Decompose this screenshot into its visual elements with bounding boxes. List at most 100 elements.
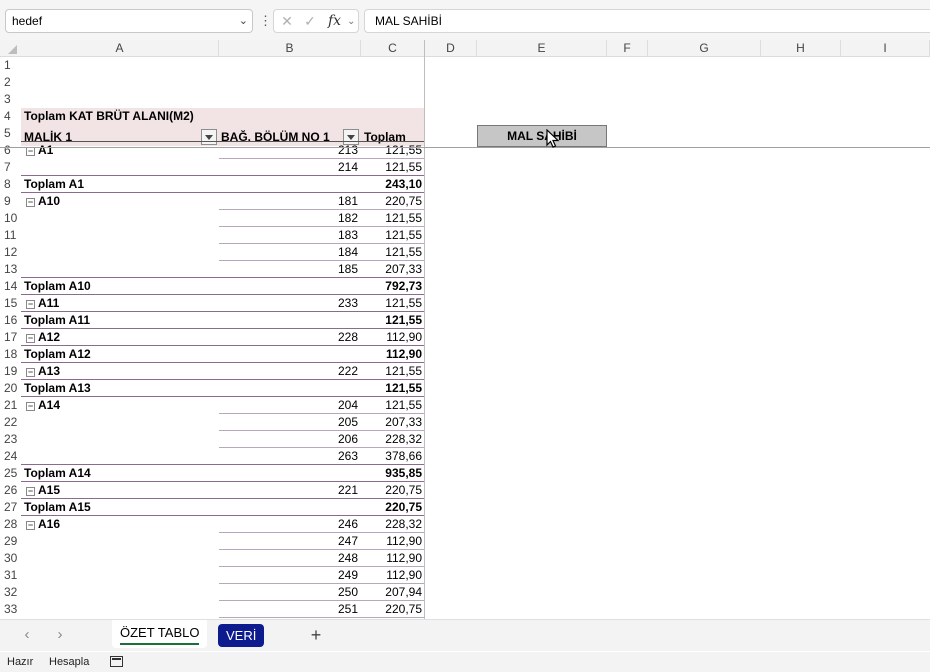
collapse-icon[interactable]: −: [26, 334, 35, 343]
pivot-bolum-no[interactable]: 185: [219, 261, 361, 278]
pivot-value[interactable]: 121,55: [361, 210, 425, 227]
pivot-bolum-no[interactable]: 249: [219, 567, 361, 584]
row-header-6[interactable]: 6: [0, 142, 21, 159]
pivot-value[interactable]: 220,75: [361, 482, 425, 499]
row-header-33[interactable]: 33: [0, 601, 21, 618]
column-header-f[interactable]: F: [607, 40, 648, 57]
pivot-total-value[interactable]: 935,85: [361, 465, 425, 482]
pivot-group-label[interactable]: − A16: [26, 516, 206, 533]
pivot-bolum-no[interactable]: 184: [219, 244, 361, 261]
row-header-13[interactable]: 13: [0, 261, 21, 278]
pivot-bolum-no[interactable]: 233: [219, 295, 361, 312]
pivot-value[interactable]: 121,55: [361, 397, 425, 414]
column-header-h[interactable]: H: [761, 40, 841, 57]
row-header-5[interactable]: 5: [0, 125, 21, 142]
pivot-group-label[interactable]: − A13: [26, 363, 206, 380]
pivot-group-label[interactable]: − A15: [26, 482, 206, 499]
row-header-16[interactable]: 16: [0, 312, 21, 329]
row-header-9[interactable]: 9: [0, 193, 21, 210]
collapse-icon[interactable]: −: [26, 198, 35, 207]
pivot-bolum-no[interactable]: 182: [219, 210, 361, 227]
row-header-7[interactable]: 7: [0, 159, 21, 176]
slicer-header[interactable]: MAL SAHİBİ: [477, 125, 607, 147]
pivot-total-label[interactable]: Toplam A14: [24, 465, 214, 482]
column-header-a[interactable]: A: [21, 40, 219, 57]
pivot-bolum-no[interactable]: 205: [219, 414, 361, 431]
pivot-group-label[interactable]: − A11: [26, 295, 206, 312]
insert-function-icon[interactable]: fx: [328, 12, 341, 30]
collapse-icon[interactable]: −: [26, 521, 35, 530]
pivot-bolum-no[interactable]: 250: [219, 584, 361, 601]
column-header-c[interactable]: C: [361, 40, 425, 57]
row-header-12[interactable]: 12: [0, 244, 21, 261]
pivot-bolum-no[interactable]: 221: [219, 482, 361, 499]
pivot-value[interactable]: 112,90: [361, 329, 425, 346]
pivot-group-label[interactable]: − A14: [26, 397, 206, 414]
row-header-1[interactable]: 1: [0, 57, 21, 74]
pivot-bolum-no[interactable]: 247: [219, 533, 361, 550]
select-all-corner[interactable]: [0, 40, 21, 57]
pivot-value[interactable]: 121,55: [361, 295, 425, 312]
name-box[interactable]: hedef ⌄: [5, 9, 253, 33]
pivot-total-label[interactable]: Toplam A13: [24, 380, 214, 397]
pivot-value[interactable]: 207,94: [361, 584, 425, 601]
pivot-total-label[interactable]: Toplam A12: [24, 346, 214, 363]
row-header-11[interactable]: 11: [0, 227, 21, 244]
row-header-27[interactable]: 27: [0, 499, 21, 516]
pivot-value[interactable]: 112,90: [361, 567, 425, 584]
pivot-group-label[interactable]: − A1: [26, 142, 206, 159]
column-header-d[interactable]: D: [425, 40, 477, 57]
column-header-g[interactable]: G: [648, 40, 761, 57]
row-header-21[interactable]: 21: [0, 397, 21, 414]
pivot-total-label[interactable]: Toplam A10: [24, 278, 214, 295]
row-header-14[interactable]: 14: [0, 278, 21, 295]
pivot-total-value[interactable]: 243,10: [361, 176, 425, 193]
row-header-19[interactable]: 19: [0, 363, 21, 380]
pivot-value[interactable]: 121,55: [361, 142, 425, 159]
pivot-total-value[interactable]: 112,90: [361, 346, 425, 363]
pivot-value[interactable]: 121,55: [361, 227, 425, 244]
pivot-value[interactable]: 378,66: [361, 448, 425, 465]
pivot-value[interactable]: 121,55: [361, 159, 425, 176]
row-header-29[interactable]: 29: [0, 533, 21, 550]
row-header-25[interactable]: 25: [0, 465, 21, 482]
row-header-4[interactable]: 4: [0, 108, 21, 125]
pivot-bolum-no[interactable]: 251: [219, 601, 361, 618]
row-header-24[interactable]: 24: [0, 448, 21, 465]
collapse-icon[interactable]: −: [26, 300, 35, 309]
worksheet-grid[interactable]: ABCDEFGHI 1 2 3 4 5 6 7 8 9 10 11 12 13 14 15 16 17 18 19 2…: [0, 40, 930, 619]
pivot-group-label[interactable]: − A12: [26, 329, 206, 346]
add-sheet-icon[interactable]: +: [306, 624, 326, 646]
row-header-26[interactable]: 26: [0, 482, 21, 499]
pivot-total-value[interactable]: 792,73: [361, 278, 425, 295]
row-header-15[interactable]: 15: [0, 295, 21, 312]
row-header-10[interactable]: 10: [0, 210, 21, 227]
pivot-value[interactable]: 220,75: [361, 193, 425, 210]
pivot-bolum-no[interactable]: 248: [219, 550, 361, 567]
pivot-bolum-no[interactable]: 214: [219, 159, 361, 176]
column-header-b[interactable]: B: [219, 40, 361, 57]
pivot-total-value[interactable]: 121,55: [361, 380, 425, 397]
pivot-total-label[interactable]: Toplam A1: [24, 176, 214, 193]
pivot-bolum-no[interactable]: 204: [219, 397, 361, 414]
column-header-i[interactable]: I: [841, 40, 930, 57]
pivot-total-label[interactable]: Toplam A15: [24, 499, 214, 516]
row-header-30[interactable]: 30: [0, 550, 21, 567]
chevron-left-icon[interactable]: ‹: [18, 626, 36, 644]
tab-ozet-tablo[interactable]: ÖZET TABLO: [112, 620, 208, 648]
pivot-value[interactable]: 112,90: [361, 533, 425, 550]
row-header-32[interactable]: 32: [0, 584, 21, 601]
collapse-icon[interactable]: −: [26, 487, 35, 496]
chevron-down-icon[interactable]: ⌄: [239, 10, 248, 32]
pivot-bolum-no[interactable]: 213: [219, 142, 361, 159]
pivot-value[interactable]: 112,90: [361, 550, 425, 567]
row-header-28[interactable]: 28: [0, 516, 21, 533]
check-icon[interactable]: ✓: [301, 12, 319, 30]
pivot-value[interactable]: 207,33: [361, 261, 425, 278]
cancel-icon[interactable]: ✕: [278, 12, 296, 30]
chevron-down-icon[interactable]: ⌄: [347, 13, 355, 31]
collapse-icon[interactable]: −: [26, 147, 35, 156]
pivot-total-label[interactable]: Toplam A11: [24, 312, 214, 329]
pivot-value[interactable]: 228,32: [361, 516, 425, 533]
row-header-22[interactable]: 22: [0, 414, 21, 431]
